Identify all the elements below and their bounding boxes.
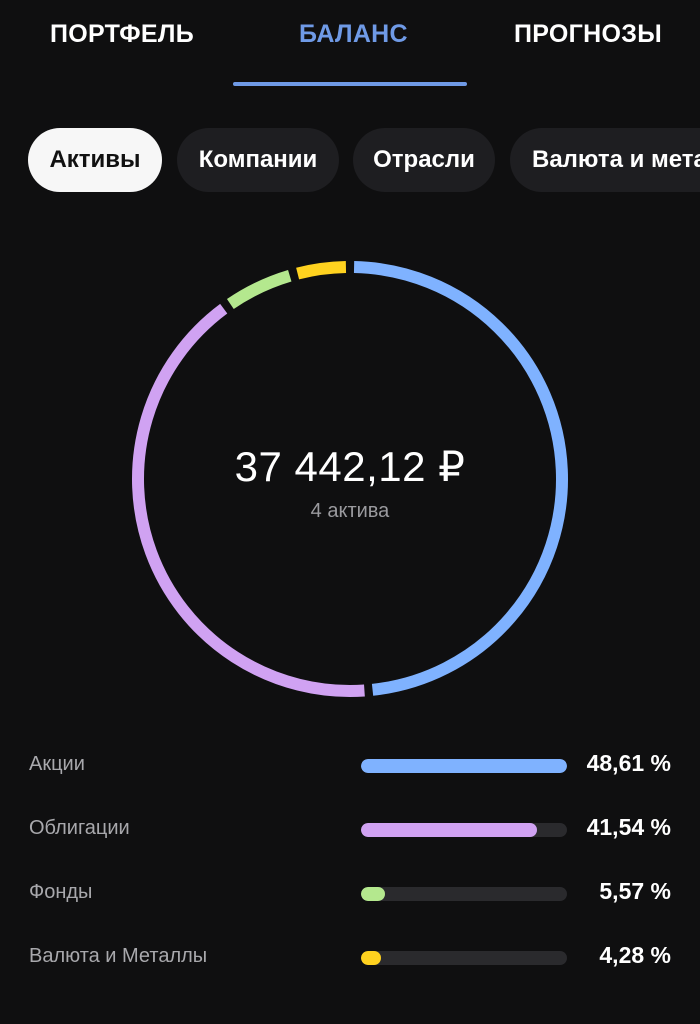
portfolio-total: 37 442,12 ₽ (234, 443, 466, 490)
legend-percent: 48,61 % (586, 750, 671, 776)
legend-label: Валюта и Металлы (29, 945, 208, 967)
progress-fill (361, 887, 385, 901)
progress-track (361, 887, 567, 901)
legend-percent: 5,57 % (599, 878, 671, 904)
legend-row-funds[interactable]: Фонды 5,57 % (0, 873, 700, 913)
progress-fill (361, 823, 537, 837)
filter-chips: Активы Компании Отрасли Валюта и металлы (0, 128, 700, 194)
legend-percent: 41,54 % (586, 814, 671, 840)
legend-row-currency[interactable]: Валюта и Металлы 4,28 % (0, 937, 700, 977)
legend-row-bonds[interactable]: Облигации 41,54 % (0, 809, 700, 849)
tab-forecast[interactable]: ПРОГНОЗЫ (514, 20, 662, 49)
progress-track (361, 823, 567, 837)
legend-label: Акции (29, 753, 85, 775)
tab-portfolio[interactable]: ПОРТФЕЛЬ (50, 20, 194, 49)
chip-sectors[interactable]: Отрасли (353, 128, 495, 192)
slice-currency[interactable] (296, 261, 347, 280)
progress-fill (361, 951, 381, 965)
legend-label: Фонды (29, 881, 93, 903)
donut-chart: 37 442,12 ₽ 4 актива (0, 200, 700, 740)
tab-balance[interactable]: БАЛАНС (299, 20, 408, 49)
chip-assets[interactable]: Активы (28, 128, 162, 192)
chip-currency-metals[interactable]: Валюта и металлы (510, 128, 700, 192)
asset-count: 4 актива (310, 500, 390, 522)
chip-companies[interactable]: Компании (177, 128, 339, 192)
progress-fill (361, 759, 567, 773)
top-tabs: ПОРТФЕЛЬ БАЛАНС ПРОГНОЗЫ (0, 0, 700, 86)
active-tab-indicator (233, 82, 467, 86)
progress-track (361, 759, 567, 773)
progress-track (361, 951, 567, 965)
slice-funds[interactable] (226, 269, 292, 309)
legend-percent: 4,28 % (599, 942, 671, 968)
legend-label: Облигации (29, 817, 130, 839)
legend-row-stocks[interactable]: Акции 48,61 % (0, 745, 700, 785)
